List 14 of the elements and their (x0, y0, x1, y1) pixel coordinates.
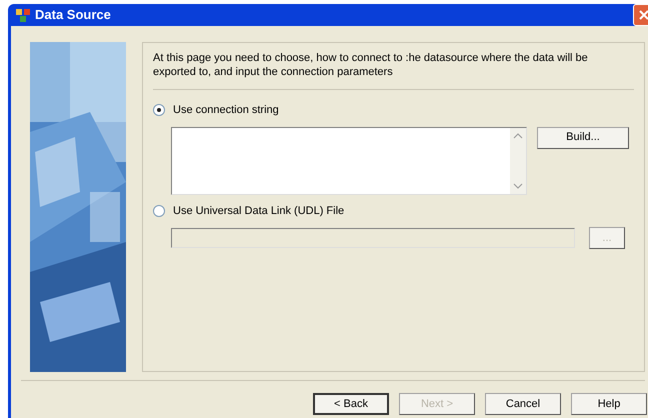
close-icon (638, 9, 648, 21)
wizard-button[interactable]: Help (571, 393, 647, 415)
radio-button[interactable] (153, 204, 165, 217)
scrollbar-drawing (510, 128, 526, 194)
radio-label: Use Universal Data Link (UDL) File (173, 204, 344, 218)
radio-label: Use connection string (173, 103, 279, 118)
radio-button[interactable] (153, 104, 165, 116)
window-title: Data Source (35, 6, 111, 24)
wizard-button[interactable]: < Back (313, 393, 389, 415)
build-button[interactable]: Build... (537, 126, 629, 148)
description-text: At this page you need to choose, how to connect to :he datasource where the data will be exported to, and input the connection parameters (153, 51, 589, 79)
connection-string-field[interactable] (171, 126, 527, 194)
app-icon (15, 7, 31, 23)
wizard-button[interactable]: Cancel (485, 393, 561, 415)
